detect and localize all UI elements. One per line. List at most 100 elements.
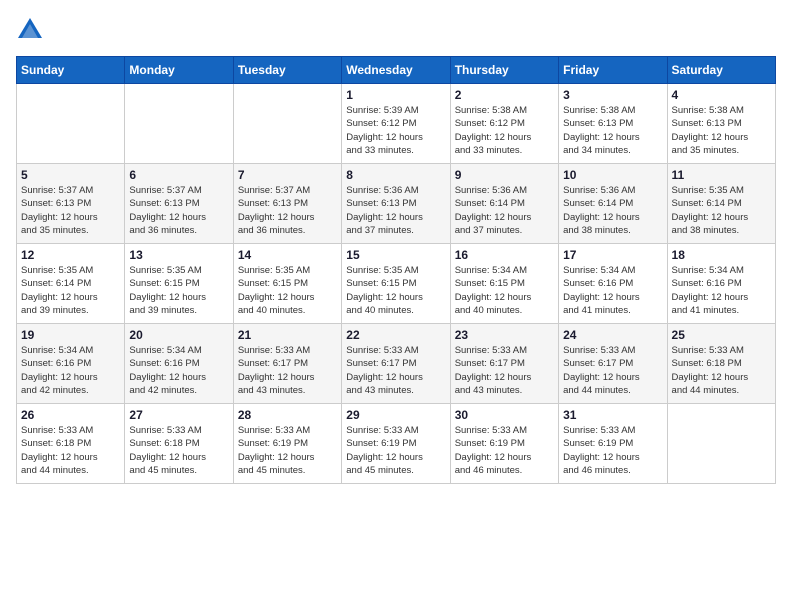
day-number: 29 (346, 408, 445, 422)
day-number: 7 (238, 168, 337, 182)
calendar-cell: 21 Sunrise: 5:33 AM Sunset: 6:17 PM Dayli… (233, 324, 341, 404)
calendar-cell: 9 Sunrise: 5:36 AM Sunset: 6:14 PM Daylig… (450, 164, 558, 244)
day-info: Sunrise: 5:33 AM Sunset: 6:17 PM Dayligh… (346, 344, 445, 397)
calendar-cell: 28Sunrise: 5:33 AM Sunset: 6:19 PM Dayli… (233, 404, 341, 484)
day-number: 17 (563, 248, 662, 262)
day-info: Sunrise: 5:37 AM Sunset: 6:13 PM Dayligh… (238, 184, 337, 237)
day-number: 20 (129, 328, 228, 342)
calendar-table: SundayMondayTuesdayWednesdayThursdayFrid… (16, 56, 776, 484)
calendar-cell: 2 Sunrise: 5:38 AM Sunset: 6:12 PM Daylig… (450, 84, 558, 164)
day-info: Sunrise: 5:35 AM Sunset: 6:14 PM Dayligh… (672, 184, 771, 237)
calendar-cell: 12 Sunrise: 5:35 AM Sunset: 6:14 PM Dayli… (17, 244, 125, 324)
day-number: 14 (238, 248, 337, 262)
day-info: Sunrise: 5:33 AM Sunset: 6:17 PM Dayligh… (238, 344, 337, 397)
calendar-cell: 7 Sunrise: 5:37 AM Sunset: 6:13 PM Daylig… (233, 164, 341, 244)
logo-icon (16, 16, 44, 44)
column-header-friday: Friday (559, 57, 667, 84)
day-number: 4 (672, 88, 771, 102)
calendar-cell: 31Sunrise: 5:33 AM Sunset: 6:19 PM Dayli… (559, 404, 667, 484)
day-info: Sunrise: 5:38 AM Sunset: 6:13 PM Dayligh… (672, 104, 771, 157)
day-info: Sunrise: 5:35 AM Sunset: 6:15 PM Dayligh… (346, 264, 445, 317)
day-info: Sunrise: 5:36 AM Sunset: 6:14 PM Dayligh… (563, 184, 662, 237)
calendar-cell: 16 Sunrise: 5:34 AM Sunset: 6:15 PM Dayli… (450, 244, 558, 324)
day-info: Sunrise: 5:36 AM Sunset: 6:14 PM Dayligh… (455, 184, 554, 237)
column-header-wednesday: Wednesday (342, 57, 450, 84)
day-info: Sunrise: 5:33 AM Sunset: 6:18 PM Dayligh… (129, 424, 228, 477)
day-info: Sunrise: 5:34 AM Sunset: 6:16 PM Dayligh… (21, 344, 120, 397)
calendar-cell: 27Sunrise: 5:33 AM Sunset: 6:18 PM Dayli… (125, 404, 233, 484)
day-number: 26 (21, 408, 120, 422)
calendar-cell: 15 Sunrise: 5:35 AM Sunset: 6:15 PM Dayli… (342, 244, 450, 324)
day-number: 22 (346, 328, 445, 342)
calendar-cell (17, 84, 125, 164)
calendar-cell: 10 Sunrise: 5:36 AM Sunset: 6:14 PM Dayli… (559, 164, 667, 244)
calendar-cell: 30Sunrise: 5:33 AM Sunset: 6:19 PM Dayli… (450, 404, 558, 484)
calendar-week-row: 1Sunrise: 5:39 AM Sunset: 6:12 PM Daylig… (17, 84, 776, 164)
day-info: Sunrise: 5:34 AM Sunset: 6:16 PM Dayligh… (563, 264, 662, 317)
calendar-week-row: 5 Sunrise: 5:37 AM Sunset: 6:13 PM Daylig… (17, 164, 776, 244)
calendar-cell: 17 Sunrise: 5:34 AM Sunset: 6:16 PM Dayli… (559, 244, 667, 324)
day-number: 12 (21, 248, 120, 262)
day-number: 9 (455, 168, 554, 182)
column-header-monday: Monday (125, 57, 233, 84)
day-number: 8 (346, 168, 445, 182)
calendar-cell: 1Sunrise: 5:39 AM Sunset: 6:12 PM Daylig… (342, 84, 450, 164)
day-number: 24 (563, 328, 662, 342)
calendar-cell: 24 Sunrise: 5:33 AM Sunset: 6:17 PM Dayli… (559, 324, 667, 404)
day-info: Sunrise: 5:34 AM Sunset: 6:16 PM Dayligh… (672, 264, 771, 317)
day-number: 13 (129, 248, 228, 262)
day-info: Sunrise: 5:34 AM Sunset: 6:15 PM Dayligh… (455, 264, 554, 317)
calendar-cell: 18 Sunrise: 5:34 AM Sunset: 6:16 PM Dayli… (667, 244, 775, 324)
calendar-cell: 29Sunrise: 5:33 AM Sunset: 6:19 PM Dayli… (342, 404, 450, 484)
day-number: 31 (563, 408, 662, 422)
calendar-week-row: 26 Sunrise: 5:33 AM Sunset: 6:18 PM Dayli… (17, 404, 776, 484)
day-number: 21 (238, 328, 337, 342)
day-number: 15 (346, 248, 445, 262)
day-info: Sunrise: 5:38 AM Sunset: 6:12 PM Dayligh… (455, 104, 554, 157)
day-info: Sunrise: 5:33 AM Sunset: 6:18 PM Dayligh… (21, 424, 120, 477)
day-number: 10 (563, 168, 662, 182)
day-info: Sunrise: 5:35 AM Sunset: 6:15 PM Dayligh… (238, 264, 337, 317)
calendar-week-row: 19 Sunrise: 5:34 AM Sunset: 6:16 PM Dayli… (17, 324, 776, 404)
calendar-cell: 19 Sunrise: 5:34 AM Sunset: 6:16 PM Dayli… (17, 324, 125, 404)
day-number: 23 (455, 328, 554, 342)
header (16, 16, 776, 44)
calendar-cell: 8 Sunrise: 5:36 AM Sunset: 6:13 PM Daylig… (342, 164, 450, 244)
day-info: Sunrise: 5:37 AM Sunset: 6:13 PM Dayligh… (129, 184, 228, 237)
day-info: Sunrise: 5:33 AM Sunset: 6:19 PM Dayligh… (455, 424, 554, 477)
day-info: Sunrise: 5:33 AM Sunset: 6:17 PM Dayligh… (563, 344, 662, 397)
day-info: Sunrise: 5:34 AM Sunset: 6:16 PM Dayligh… (129, 344, 228, 397)
day-info: Sunrise: 5:33 AM Sunset: 6:17 PM Dayligh… (455, 344, 554, 397)
calendar-cell: 25Sunrise: 5:33 AM Sunset: 6:18 PM Dayli… (667, 324, 775, 404)
column-header-thursday: Thursday (450, 57, 558, 84)
day-info: Sunrise: 5:39 AM Sunset: 6:12 PM Dayligh… (346, 104, 445, 157)
calendar-week-row: 12 Sunrise: 5:35 AM Sunset: 6:14 PM Dayli… (17, 244, 776, 324)
day-number: 2 (455, 88, 554, 102)
day-info: Sunrise: 5:38 AM Sunset: 6:13 PM Dayligh… (563, 104, 662, 157)
day-number: 3 (563, 88, 662, 102)
day-info: Sunrise: 5:33 AM Sunset: 6:19 PM Dayligh… (238, 424, 337, 477)
day-number: 11 (672, 168, 771, 182)
calendar-cell: 20 Sunrise: 5:34 AM Sunset: 6:16 PM Dayli… (125, 324, 233, 404)
column-header-sunday: Sunday (17, 57, 125, 84)
calendar-cell (233, 84, 341, 164)
day-info: Sunrise: 5:36 AM Sunset: 6:13 PM Dayligh… (346, 184, 445, 237)
day-info: Sunrise: 5:35 AM Sunset: 6:14 PM Dayligh… (21, 264, 120, 317)
calendar-cell: 4 Sunrise: 5:38 AM Sunset: 6:13 PM Daylig… (667, 84, 775, 164)
calendar-cell: 13Sunrise: 5:35 AM Sunset: 6:15 PM Dayli… (125, 244, 233, 324)
day-number: 19 (21, 328, 120, 342)
column-header-saturday: Saturday (667, 57, 775, 84)
day-number: 6 (129, 168, 228, 182)
day-info: Sunrise: 5:37 AM Sunset: 6:13 PM Dayligh… (21, 184, 120, 237)
calendar-cell: 23 Sunrise: 5:33 AM Sunset: 6:17 PM Dayli… (450, 324, 558, 404)
day-number: 5 (21, 168, 120, 182)
day-number: 16 (455, 248, 554, 262)
calendar-cell: 3 Sunrise: 5:38 AM Sunset: 6:13 PM Daylig… (559, 84, 667, 164)
calendar-cell: 5 Sunrise: 5:37 AM Sunset: 6:13 PM Daylig… (17, 164, 125, 244)
calendar-cell: 14 Sunrise: 5:35 AM Sunset: 6:15 PM Dayli… (233, 244, 341, 324)
day-number: 18 (672, 248, 771, 262)
calendar-cell: 26 Sunrise: 5:33 AM Sunset: 6:18 PM Dayli… (17, 404, 125, 484)
calendar-cell: 22 Sunrise: 5:33 AM Sunset: 6:17 PM Dayli… (342, 324, 450, 404)
calendar-header-row: SundayMondayTuesdayWednesdayThursdayFrid… (17, 57, 776, 84)
day-info: Sunrise: 5:33 AM Sunset: 6:18 PM Dayligh… (672, 344, 771, 397)
